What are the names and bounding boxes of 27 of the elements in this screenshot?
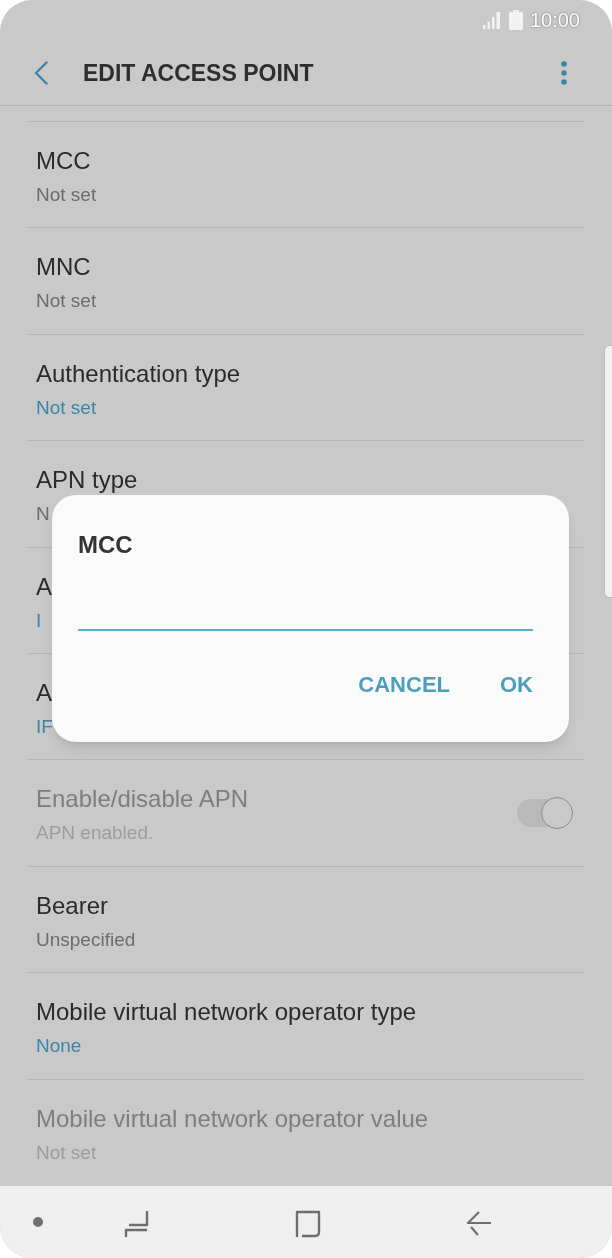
setting-title[interactable]: A: [36, 677, 52, 708]
setting-title[interactable]: Authentication type: [36, 358, 241, 389]
setting-title[interactable]: MNC: [36, 252, 91, 283]
setting-value: IF: [36, 714, 53, 739]
setting-title[interactable]: APN type: [36, 465, 138, 496]
setting-value: I: [36, 608, 42, 633]
setting-value: Not set: [36, 289, 97, 314]
setting-value: Not set: [36, 395, 97, 420]
screen-title: EDIT ACCESS POINT: [83, 58, 314, 88]
setting-title[interactable]: Bearer: [36, 890, 109, 921]
setting-title[interactable]: Mobile virtual network operator type: [36, 997, 417, 1028]
signal-icon: [482, 11, 500, 29]
setting-title[interactable]: MCC: [36, 146, 91, 176]
setting-value: None: [36, 1034, 82, 1059]
recents-icon[interactable]: [124, 1210, 149, 1238]
dialog-title: MCC: [78, 530, 133, 560]
setting-value: N: [36, 502, 50, 527]
dot-icon[interactable]: [33, 1217, 43, 1227]
more-options-icon[interactable]: [561, 60, 567, 85]
setting-title[interactable]: A: [36, 571, 52, 602]
setting-value: Not set: [36, 183, 97, 207]
home-icon[interactable]: [295, 1210, 321, 1238]
back-arrow-icon[interactable]: [467, 1211, 492, 1237]
battery-icon: [508, 10, 523, 30]
setting-value: Unspecified: [36, 927, 136, 952]
edge-panel-handle[interactable]: [604, 345, 612, 598]
back-icon[interactable]: [34, 60, 48, 85]
